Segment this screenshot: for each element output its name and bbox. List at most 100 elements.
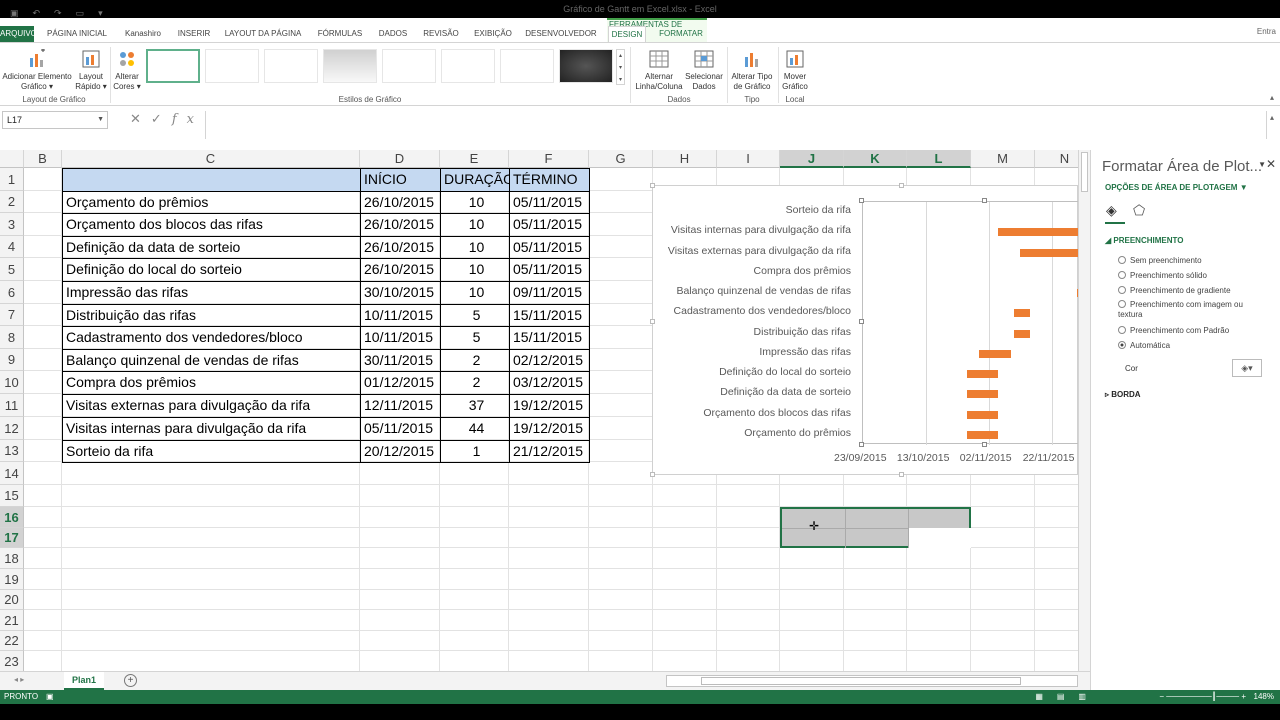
- table-header-cell[interactable]: INÍCIO: [360, 168, 441, 192]
- row-header-6[interactable]: 6: [0, 281, 24, 304]
- row-header-18[interactable]: 18: [0, 548, 24, 569]
- table-cell[interactable]: Visitas internas para divulgação da rifa: [62, 417, 361, 441]
- close-icon[interactable]: ✕: [1266, 157, 1276, 171]
- gantt-bar[interactable]: [1013, 329, 1030, 338]
- table-cell[interactable]: 09/11/2015: [509, 281, 590, 305]
- col-header-h[interactable]: H: [653, 150, 717, 168]
- table-cell[interactable]: Impressão das rifas: [62, 281, 361, 305]
- radio-solid-fill[interactable]: Preenchimento sólido: [1118, 271, 1207, 281]
- tab-formatar[interactable]: FORMATAR: [654, 26, 708, 42]
- radio-gradient-fill[interactable]: Preenchimento de gradiente: [1118, 286, 1231, 296]
- border-section[interactable]: ▹ BORDA: [1105, 390, 1141, 399]
- row-header-19[interactable]: 19: [0, 569, 24, 590]
- radio-no-fill[interactable]: Sem preenchimento: [1118, 256, 1202, 266]
- vscroll-thumb[interactable]: [1081, 152, 1088, 192]
- table-cell[interactable]: 30/11/2015: [360, 349, 441, 372]
- tab-revisao[interactable]: REVISÃO: [420, 26, 462, 42]
- table-cell[interactable]: 19/12/2015: [509, 394, 590, 418]
- row-header-13[interactable]: 13: [0, 440, 24, 462]
- radio-circle[interactable]: [1118, 286, 1126, 294]
- chart-resize-handle[interactable]: [650, 472, 655, 477]
- quick-access-toolbar[interactable]: ▣↶↷▭▾: [10, 4, 117, 22]
- chart-style-8[interactable]: [559, 49, 613, 83]
- col-header-m[interactable]: M: [971, 150, 1035, 168]
- row-header-2[interactable]: 2: [0, 191, 24, 213]
- row-header-21[interactable]: 21: [0, 610, 24, 631]
- resize-handle[interactable]: [859, 198, 864, 203]
- table-cell[interactable]: Cadastramento dos vendedores/bloco: [62, 326, 361, 350]
- table-cell[interactable]: 19/12/2015: [509, 417, 590, 441]
- tab-layout-da-pagina[interactable]: LAYOUT DA PÁGINA: [222, 26, 304, 42]
- zoom-slider[interactable]: − ────────┃──── +: [1159, 690, 1246, 704]
- table-cell[interactable]: 26/10/2015: [360, 191, 441, 214]
- user-account[interactable]: Entra: [1257, 27, 1276, 36]
- col-header-n[interactable]: N: [1035, 150, 1078, 168]
- sheet-nav-icon[interactable]: ◂ ▸: [14, 675, 24, 684]
- chart-resize-handle[interactable]: [650, 183, 655, 188]
- name-box[interactable]: L17 ▼: [2, 111, 108, 129]
- gantt-bar[interactable]: [1013, 309, 1030, 318]
- col-header-c[interactable]: C: [62, 150, 360, 168]
- hscroll-thumb[interactable]: [701, 677, 1021, 685]
- resize-handle[interactable]: [859, 319, 864, 324]
- formula-input[interactable]: [205, 111, 1267, 139]
- chevron-down-icon[interactable]: ▼: [97, 112, 104, 128]
- table-cell[interactable]: 03/12/2015: [509, 371, 590, 395]
- table-cell[interactable]: 1: [440, 440, 510, 463]
- gantt-bar[interactable]: [998, 228, 1080, 237]
- table-cell[interactable]: Distribuição das rifas: [62, 304, 361, 327]
- sheet-tab-plan1[interactable]: Plan1: [64, 672, 104, 690]
- row-header-20[interactable]: 20: [0, 590, 24, 610]
- gantt-chart[interactable]: Sorteio da rifa Visitas internas para div…: [650, 183, 1138, 477]
- col-header-d[interactable]: D: [360, 150, 440, 168]
- chart-resize-handle[interactable]: [899, 183, 904, 188]
- table-cell[interactable]: 2: [440, 349, 510, 372]
- gantt-bar[interactable]: [979, 349, 1011, 358]
- table-header-task[interactable]: [62, 168, 361, 192]
- resize-handle[interactable]: [982, 198, 987, 203]
- chart-style-2[interactable]: [205, 49, 259, 83]
- chart-resize-handle[interactable]: [899, 472, 904, 477]
- table-cell[interactable]: Definição do local do sorteio: [62, 258, 361, 282]
- table-cell[interactable]: 26/10/2015: [360, 236, 441, 259]
- tab-exibicao[interactable]: EXIBIÇÃO: [472, 26, 514, 42]
- table-cell[interactable]: 01/12/2015: [360, 371, 441, 395]
- fill-color-picker[interactable]: ◈▾: [1232, 359, 1262, 377]
- switch-row-column-button[interactable]: Alternar Linha/Coluna: [634, 49, 684, 92]
- col-header-j[interactable]: J: [780, 150, 844, 168]
- fill-section[interactable]: ◢ PREENCHIMENTO: [1105, 236, 1183, 245]
- tab-dados[interactable]: DADOS: [376, 26, 410, 42]
- tab-kanashiro[interactable]: Kanashiro: [120, 26, 166, 42]
- row-header-11[interactable]: 11: [0, 394, 24, 417]
- table-cell[interactable]: 15/11/2015: [509, 326, 590, 350]
- table-cell[interactable]: 10/11/2015: [360, 304, 441, 327]
- resize-handle[interactable]: [859, 442, 864, 447]
- add-chart-element-button[interactable]: Adicionar Elemento Gráfico ▾: [2, 49, 72, 92]
- row-header-8[interactable]: 8: [0, 326, 24, 349]
- chart-style-1[interactable]: [146, 49, 200, 83]
- table-cell[interactable]: Orçamento dos blocos das rifas: [62, 213, 361, 237]
- plot-area-options[interactable]: OPÇÕES DE ÁREA DE PLOTAGEM ▼: [1105, 183, 1248, 192]
- gantt-bar[interactable]: [966, 390, 999, 399]
- col-header-k[interactable]: K: [844, 150, 907, 168]
- table-cell[interactable]: 5: [440, 326, 510, 350]
- tab-pagina-inicial[interactable]: PÁGINA INICIAL: [44, 26, 110, 42]
- table-cell[interactable]: 10: [440, 281, 510, 305]
- tab-arquivo[interactable]: ARQUIVO: [0, 26, 37, 42]
- tab-design[interactable]: DESIGN: [608, 26, 646, 42]
- table-cell[interactable]: 26/10/2015: [360, 258, 441, 282]
- tab-formulas[interactable]: FÓRMULAS: [314, 26, 366, 42]
- table-cell[interactable]: Sorteio da rifa: [62, 440, 361, 463]
- change-colors-button[interactable]: Alterar Cores ▾: [112, 49, 142, 92]
- table-cell[interactable]: 05/11/2015: [509, 191, 590, 214]
- col-header-l[interactable]: L: [907, 150, 971, 168]
- styles-scroll[interactable]: ▴ ▾ ▾: [616, 49, 625, 85]
- effects-icon[interactable]: ⬠: [1133, 202, 1145, 219]
- view-buttons[interactable]: ▦▤▥: [1035, 690, 1100, 704]
- table-cell[interactable]: 10: [440, 191, 510, 214]
- table-cell[interactable]: 10: [440, 258, 510, 282]
- table-cell[interactable]: Definição da data de sorteio: [62, 236, 361, 259]
- row-header-7[interactable]: 7: [0, 304, 24, 326]
- table-cell[interactable]: Balanço quinzenal de vendas de rifas: [62, 349, 361, 372]
- table-cell[interactable]: Visitas externas para divulgação da rifa: [62, 394, 361, 418]
